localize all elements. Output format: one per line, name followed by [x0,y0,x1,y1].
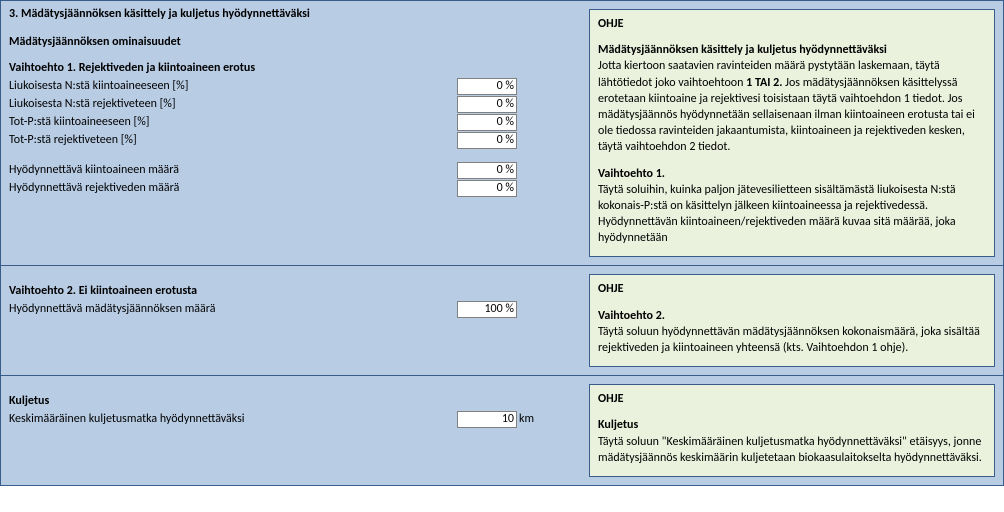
section-option1: 3. Mädätysjäännöksen käsittely ja kuljet… [1,1,1003,266]
input-liukoinen-n-rejekti[interactable] [457,96,517,113]
ohje-bold: 1 TAI 2. [746,76,782,90]
section-option1-right: OHJE Mädätysjäännöksen käsittely ja kulj… [589,1,1003,265]
ohje-v1-p2: Hyödynnettävän kiintoaineen/rejektiveden… [598,214,986,246]
option2-title: Vaihtoehto 2. Ei kiintoaineen erotusta [9,284,581,298]
field-label: Liukoisesta N:stä rejektiveteen [%] [9,97,457,111]
ohje-paragraph: Täytä soluun "Keskimääräinen kuljetusmat… [598,434,986,466]
form-wrapper: 3. Mädätysjäännöksen käsittely ja kuljet… [0,0,1004,486]
ohje-v1-title: Vaihtoehto 1. [598,166,986,182]
row-hyod-kiintoaine: Hyödynnettävä kiintoaineen määrä [9,161,581,179]
option1-title: Vaihtoehto 1. Rejektiveden ja kiintoaine… [9,61,581,75]
field-label: Hyödynnettävä kiintoaineen määrä [9,163,457,177]
input-hyod-rejekti[interactable] [457,180,517,197]
ohje-paragraph: Jotta kiertoon saatavien ravinteiden mää… [598,58,986,155]
field-label: Tot-P:stä kiintoaineeseen [%] [9,115,457,129]
unit-km: km [517,412,534,426]
section-option1-left: 3. Mädätysjäännöksen käsittely ja kuljet… [1,1,589,265]
ohje-v1-p1: Täytä soluihin, kuinka paljon jätevesili… [598,182,986,214]
kuljetus-title: Kuljetus [9,394,581,408]
field-label: Hyödynnettävä mädätysjäännöksen määrä [9,302,457,316]
ohje-title: OHJE [598,281,986,297]
section-kuljetus-left: Kuljetus Keskimääräinen kuljetusmatka hy… [1,376,589,485]
ohje-box-2: OHJE Vaihtoehto 2. Täytä soluun hyödynne… [589,274,995,367]
field-label: Liukoisesta N:stä kiintoaineeseen [%] [9,79,457,93]
ohje-title: OHJE [598,391,986,407]
input-kuljetusmatka[interactable] [457,411,517,428]
row-hyod-rejekti: Hyödynnettävä rejektiveden määrä [9,179,581,197]
section3-title: 3. Mädätysjäännöksen käsittely ja kuljet… [9,7,581,21]
ohje-box-3: OHJE Kuljetus Täytä soluun "Keskimääräin… [589,384,995,477]
section-kuljetus: Kuljetus Keskimääräinen kuljetusmatka hy… [1,376,1003,485]
row-tot-p-kiintoaine: Tot-P:stä kiintoaineeseen [%] [9,113,581,131]
input-hyod-kiintoaine[interactable] [457,162,517,179]
ohje-box-1: OHJE Mädätysjäännöksen käsittely ja kulj… [589,9,995,257]
section-option2-right: OHJE Vaihtoehto 2. Täytä soluun hyödynne… [589,266,1003,375]
ohje-subtitle: Vaihtoehto 2. [598,308,986,324]
row-tot-p-rejekti: Tot-P:stä rejektiveteen [%] [9,131,581,149]
field-label: Tot-P:stä rejektiveteen [%] [9,133,457,147]
input-hyod-madatys[interactable] [457,301,517,318]
section-kuljetus-right: OHJE Kuljetus Täytä soluun "Keskimääräin… [589,376,1003,485]
properties-title: Mädätysjäännöksen ominaisuudet [9,35,581,49]
ohje-paragraph: Täytä soluun hyödynnettävän mädätysjäänn… [598,324,986,356]
row-liukoinen-n-kiintoaine: Liukoisesta N:stä kiintoaineeseen [%] [9,77,581,95]
ohje-subtitle: Mädätysjäännöksen käsittely ja kuljetus … [598,42,986,58]
row-liukoinen-n-rejekti: Liukoisesta N:stä rejektiveteen [%] [9,95,581,113]
section-option2: Vaihtoehto 2. Ei kiintoaineen erotusta H… [1,266,1003,376]
field-label: Hyödynnettävä rejektiveden määrä [9,181,457,195]
ohje-title: OHJE [598,16,986,32]
row-hyod-madatys: Hyödynnettävä mädätysjäännöksen määrä [9,300,581,318]
input-tot-p-kiintoaine[interactable] [457,114,517,131]
section-option2-left: Vaihtoehto 2. Ei kiintoaineen erotusta H… [1,266,589,375]
row-kuljetusmatka: Keskimääräinen kuljetusmatka hyödynnettä… [9,410,581,428]
input-liukoinen-n-kiintoaine[interactable] [457,78,517,95]
input-tot-p-rejekti[interactable] [457,132,517,149]
field-label: Keskimääräinen kuljetusmatka hyödynnettä… [9,412,457,426]
ohje-subtitle: Kuljetus [598,417,986,433]
